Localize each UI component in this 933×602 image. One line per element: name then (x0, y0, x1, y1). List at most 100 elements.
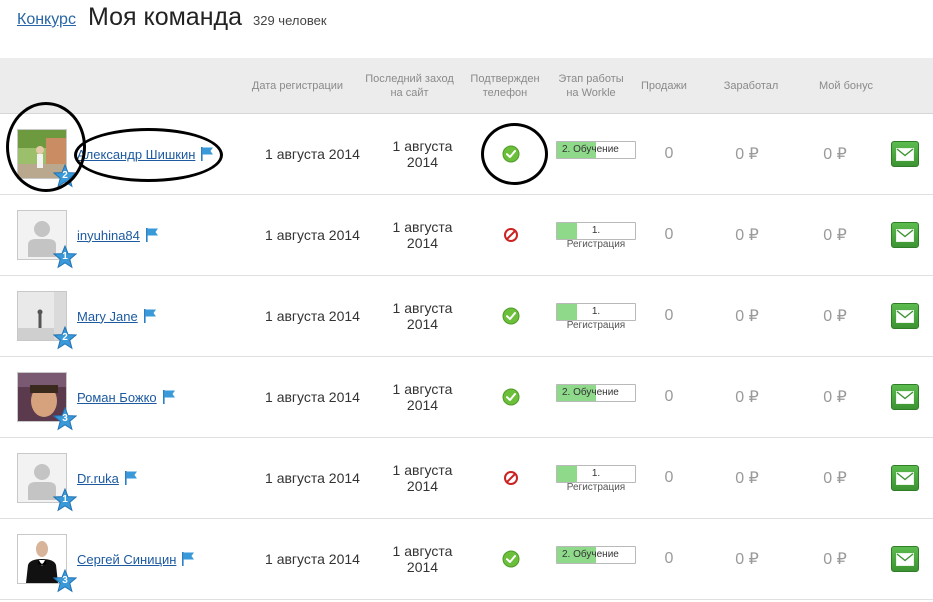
registration-date: 1 августа 2014 (265, 389, 360, 405)
table-row: 2 Александр Шишкин 1 августа 2014 1 августа… (0, 114, 933, 195)
envelope-icon (896, 228, 914, 242)
flag-icon[interactable] (162, 389, 176, 405)
stage-progress-bar: 2. Обучение (556, 384, 636, 402)
stage-progress-bar: 1. (556, 465, 636, 483)
last-visit-date: 1 августа 2014 (375, 357, 470, 437)
work-stage: 1. Регистрация (556, 303, 636, 331)
stage-label: 2. Обучение (562, 387, 619, 398)
table-row: 2 Mary Jane 1 августа 2014 1 августа 2014 1.… (0, 276, 933, 357)
level-number: 3 (62, 575, 68, 586)
check-icon (502, 145, 520, 163)
flag-icon[interactable] (143, 308, 157, 324)
member-name-cell: Александр Шишкин (77, 145, 214, 163)
flag-icon[interactable] (145, 227, 159, 243)
stage-label: 1. (591, 306, 601, 317)
column-bonus: Мой бонус (819, 79, 873, 92)
check-icon (502, 388, 520, 406)
stage-label: 2. Обучение (562, 144, 619, 155)
phone-status (488, 276, 533, 356)
earned-value: 0 ₽ (735, 470, 759, 487)
bonus-value: 0 ₽ (823, 470, 847, 487)
work-stage: 2. Обучение (556, 141, 636, 159)
flag-icon[interactable] (200, 146, 214, 162)
work-stage: 2. Обучение (556, 384, 636, 402)
level-star-icon: 3 (53, 569, 77, 593)
level-number: 2 (62, 170, 68, 181)
sales-value: 0 (664, 469, 674, 486)
member-name-link[interactable]: inyuhina84 (77, 228, 140, 243)
earned-value: 0 ₽ (735, 308, 759, 325)
phone-status (488, 195, 533, 275)
last-visit-text: 1 августа 2014 (392, 381, 453, 413)
member-name-cell: Dr.ruka (77, 469, 138, 487)
stage-sublabel: Регистрация (566, 239, 626, 250)
table-row: 1 inyuhina84 1 августа 2014 1 августа 2014 1… (0, 195, 933, 276)
last-visit-text: 1 августа 2014 (392, 462, 453, 494)
column-earned: Заработал (723, 79, 779, 92)
stage-progress-bar: 2. Обучение (556, 141, 636, 159)
registration-date: 1 августа 2014 (265, 551, 360, 567)
sales-value: 0 (664, 226, 674, 243)
sales-value: 0 (664, 550, 674, 567)
send-message-button[interactable] (891, 303, 919, 329)
level-number: 1 (62, 251, 68, 262)
member-name-cell: inyuhina84 (77, 226, 159, 244)
envelope-icon (896, 471, 914, 485)
earned-value: 0 ₽ (735, 389, 759, 406)
stage-progress-bar: 2. Обучение (556, 546, 636, 564)
column-last-visit: Последний заход на сайт (365, 72, 454, 99)
send-message-button[interactable] (891, 384, 919, 410)
stage-sublabel: Регистрация (566, 482, 626, 493)
phone-status (488, 519, 533, 599)
page-title: Моя команда (88, 3, 243, 31)
registration-date: 1 августа 2014 (265, 308, 360, 324)
table-row: 3 Сергей Синицин 1 августа 2014 1 августа 2… (0, 519, 933, 600)
last-visit-text: 1 августа 2014 (392, 219, 453, 251)
level-star-icon: 1 (53, 488, 77, 512)
last-visit-date: 1 августа 2014 (375, 195, 470, 275)
member-name-link[interactable]: Mary Jane (77, 309, 138, 324)
breadcrumb-contest-link[interactable]: Конкурс (17, 11, 76, 29)
level-number: 3 (62, 413, 68, 424)
stage-sublabel: Регистрация (566, 320, 626, 331)
member-name-cell: Сергей Синицин (77, 550, 195, 568)
member-name-cell: Роман Божко (77, 388, 176, 406)
bonus-value: 0 ₽ (823, 227, 847, 244)
registration-date: 1 августа 2014 (265, 146, 360, 162)
member-name-link[interactable]: Сергей Синицин (77, 552, 176, 567)
member-name-link[interactable]: Роман Божко (77, 390, 157, 405)
column-stage: Этап работы на Workle (558, 72, 624, 99)
send-message-button[interactable] (891, 222, 919, 248)
envelope-icon (896, 552, 914, 566)
table-row: 1 Dr.ruka 1 августа 2014 1 августа 2014 1. Ре… (0, 438, 933, 519)
table-header: Дата регистрации Последний заход на сайт… (0, 58, 933, 114)
bonus-value: 0 ₽ (823, 146, 847, 163)
send-message-button[interactable] (891, 465, 919, 491)
level-number: 2 (62, 332, 68, 343)
stage-label: 1. (591, 468, 601, 479)
flag-icon[interactable] (181, 551, 195, 567)
table-row: 3 Роман Божко 1 августа 2014 1 августа 2014… (0, 357, 933, 438)
earned-value: 0 ₽ (735, 551, 759, 568)
phone-status (488, 357, 533, 437)
page-header: Конкурс Моя команда 329 человек (0, 0, 933, 58)
sales-value: 0 (664, 307, 674, 324)
check-icon (502, 550, 520, 568)
member-name-link[interactable]: Dr.ruka (77, 471, 119, 486)
envelope-icon (896, 309, 914, 323)
work-stage: 1. Регистрация (556, 465, 636, 493)
phone-status (488, 438, 533, 518)
member-name-link[interactable]: Александр Шишкин (77, 147, 195, 162)
last-visit-text: 1 августа 2014 (392, 300, 453, 332)
stage-progress-bar: 1. (556, 303, 636, 321)
flag-icon[interactable] (124, 470, 138, 486)
member-name-cell: Mary Jane (77, 307, 157, 325)
check-icon (502, 307, 520, 325)
bonus-value: 0 ₽ (823, 551, 847, 568)
registration-date: 1 августа 2014 (265, 470, 360, 486)
send-message-button[interactable] (891, 141, 919, 167)
forbidden-icon (503, 227, 519, 243)
send-message-button[interactable] (891, 546, 919, 572)
last-visit-date: 1 августа 2014 (375, 114, 470, 194)
column-reg-date: Дата регистрации (251, 79, 344, 92)
